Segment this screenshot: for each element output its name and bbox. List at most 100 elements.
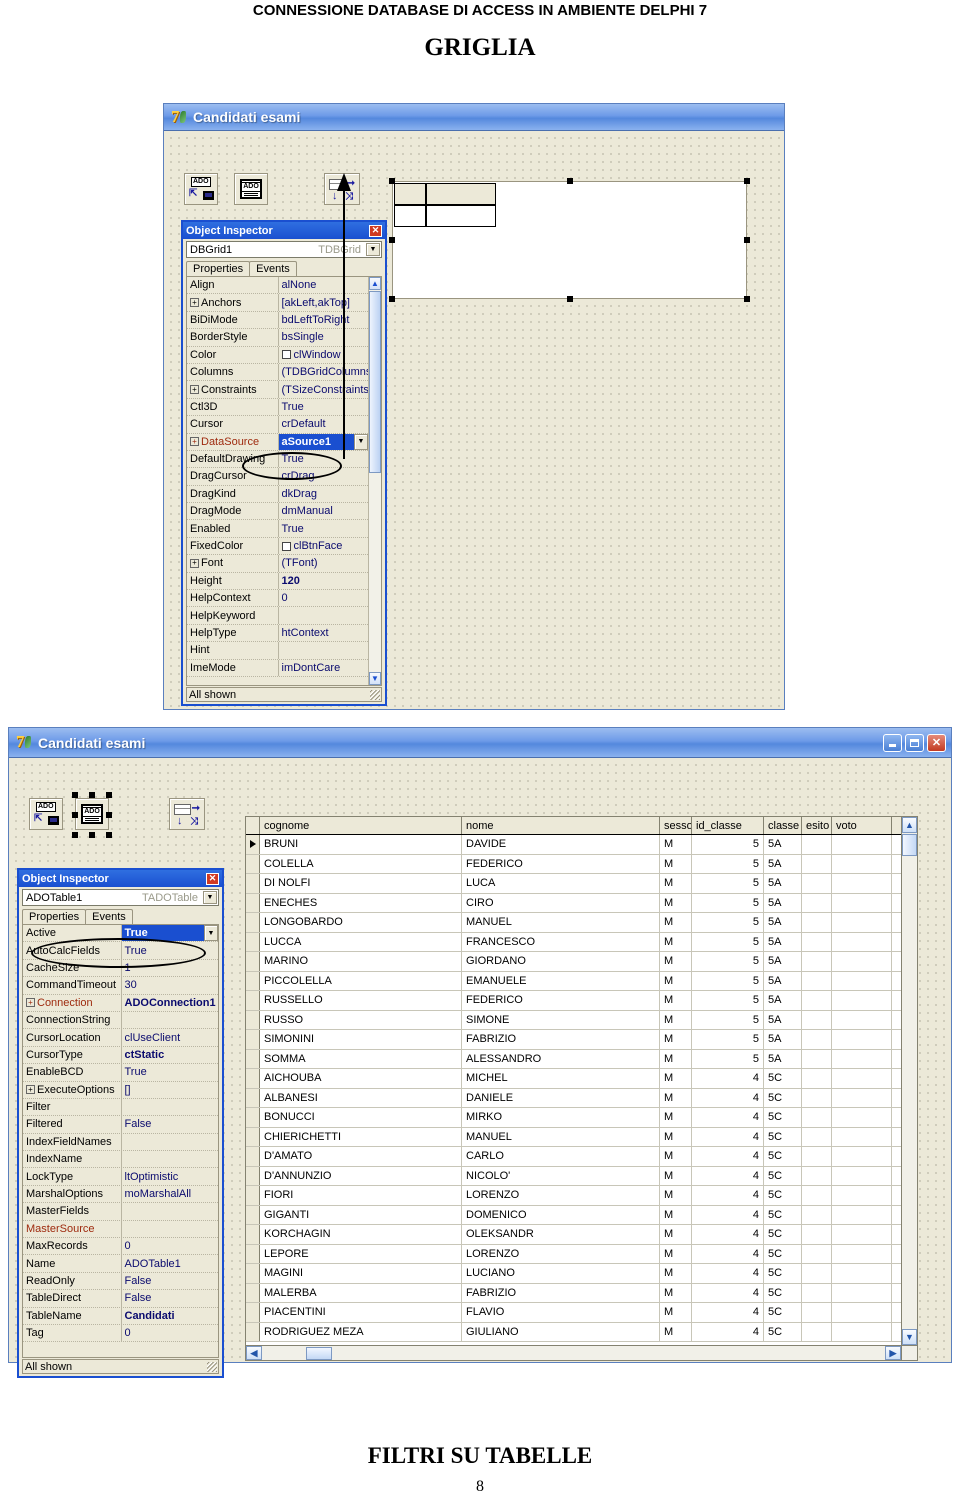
cell-voto[interactable] bbox=[832, 1283, 892, 1302]
cell-classe[interactable]: 5C bbox=[764, 1088, 802, 1107]
expand-plus-icon[interactable]: + bbox=[190, 558, 199, 568]
property-row[interactable]: Filtered False bbox=[23, 1116, 218, 1134]
row-indicator[interactable] bbox=[246, 932, 260, 951]
property-row[interactable]: MarshalOptions moMarshalAll bbox=[23, 1185, 218, 1204]
cell-sesso[interactable]: M bbox=[660, 971, 692, 990]
cell-esito[interactable] bbox=[802, 1205, 832, 1224]
property-value[interactable]: bdLeftToRight bbox=[277, 311, 369, 329]
property-row[interactable]: TableDirect False bbox=[23, 1290, 219, 1308]
cell-nome[interactable]: FRANCESCO bbox=[462, 932, 660, 951]
property-value[interactable]: htContext bbox=[277, 624, 369, 642]
cell-id_classe[interactable]: 4 bbox=[692, 1108, 764, 1127]
cell-nome[interactable]: MIRKO bbox=[462, 1108, 660, 1127]
property-row[interactable]: Enabled True bbox=[187, 520, 368, 538]
cell-cognome[interactable]: PIACENTINI bbox=[260, 1303, 462, 1322]
cell-esito[interactable] bbox=[802, 1322, 832, 1341]
property-value[interactable]: crDrag bbox=[277, 468, 369, 485]
cell-voto[interactable] bbox=[832, 1010, 892, 1029]
cell-cognome[interactable]: BRUNI bbox=[260, 835, 462, 854]
cell-esito[interactable] bbox=[802, 1303, 832, 1322]
cell-id_classe[interactable]: 4 bbox=[692, 1225, 764, 1244]
cell-esito[interactable] bbox=[802, 1088, 832, 1107]
cell-classe[interactable]: 5C bbox=[764, 1147, 802, 1166]
cell-classe[interactable]: 5A bbox=[764, 854, 802, 873]
cell-classe[interactable]: 5C bbox=[764, 1264, 802, 1283]
cell-cognome[interactable]: KORCHAGIN bbox=[260, 1225, 462, 1244]
cell-voto[interactable] bbox=[832, 854, 892, 873]
row-indicator[interactable] bbox=[246, 893, 260, 912]
property-value[interactable]: (TFont) bbox=[277, 555, 369, 572]
cell-sesso[interactable]: M bbox=[660, 913, 692, 932]
cell-voto[interactable] bbox=[832, 835, 892, 854]
property-row[interactable]: + Connection ADOConnection1 bbox=[23, 994, 219, 1012]
expand-plus-icon[interactable]: + bbox=[190, 298, 199, 308]
property-row[interactable]: ConnectionString bbox=[23, 1011, 218, 1030]
cell-classe[interactable]: 5C bbox=[764, 1127, 802, 1146]
tab-events-top[interactable]: Events bbox=[249, 261, 297, 276]
row-indicator[interactable] bbox=[246, 1303, 260, 1322]
property-value[interactable] bbox=[120, 1133, 219, 1151]
property-value[interactable]: False bbox=[120, 1290, 219, 1307]
cell-esito[interactable] bbox=[802, 893, 832, 912]
cell-voto[interactable] bbox=[832, 1205, 892, 1224]
cell-esito[interactable] bbox=[802, 1049, 832, 1068]
row-indicator[interactable] bbox=[246, 1205, 260, 1224]
object-inspector-bottom[interactable]: Object Inspector ✕ ADOTable1 TADOTable ▼… bbox=[17, 868, 224, 1378]
property-value[interactable]: ADOConnection1 bbox=[120, 994, 219, 1011]
property-row[interactable]: + Constraints (TSizeConstraints) bbox=[187, 381, 368, 399]
property-row[interactable]: DragMode dmManual bbox=[187, 503, 368, 521]
cell-sesso[interactable]: M bbox=[660, 1283, 692, 1302]
property-value[interactable]: Candidati bbox=[120, 1307, 219, 1324]
data-grid-body[interactable]: BRUNI DAVIDE M 5 5A COLELLA FEDERICO M 5 5A DI NOL… bbox=[246, 835, 917, 1360]
data-grid-vertical-scrollbar[interactable]: ▲ ▼ bbox=[901, 817, 917, 1345]
property-value[interactable]: 0 bbox=[277, 590, 369, 607]
cell-cognome[interactable]: CHIERICHETTI bbox=[260, 1127, 462, 1146]
cell-id_classe[interactable]: 4 bbox=[692, 1147, 764, 1166]
property-row[interactable]: BorderStyle bsSingle bbox=[187, 329, 368, 347]
ado-table-component-bottom[interactable]: ADO bbox=[75, 798, 109, 830]
table-row[interactable]: GIGANTI DOMENICO M 4 5C bbox=[246, 1205, 917, 1225]
cell-voto[interactable] bbox=[832, 1069, 892, 1088]
cell-voto[interactable] bbox=[832, 1108, 892, 1127]
property-grid-bottom[interactable]: Active True ▼ AutoCalcFields True CacheSize 1 C… bbox=[22, 924, 219, 1358]
property-value[interactable] bbox=[120, 1203, 219, 1220]
cell-esito[interactable] bbox=[802, 932, 832, 951]
cell-nome[interactable]: MANUEL bbox=[462, 1127, 660, 1146]
table-row[interactable]: SIMONINI FABRIZIO M 5 5A bbox=[246, 1030, 917, 1050]
cell-sesso[interactable]: M bbox=[660, 1205, 692, 1224]
table-row[interactable]: RUSSO SIMONE M 5 5A bbox=[246, 1010, 917, 1030]
data-grid-header[interactable]: cognome nome sesso id_classe classe esito voto bbox=[246, 817, 917, 835]
cell-sesso[interactable]: M bbox=[660, 1108, 692, 1127]
row-indicator[interactable] bbox=[246, 1244, 260, 1263]
horizontal-scrollbar-thumb[interactable] bbox=[306, 1346, 332, 1360]
cell-nome[interactable]: NICOLO' bbox=[462, 1166, 660, 1185]
cell-cognome[interactable]: SOMMA bbox=[260, 1049, 462, 1068]
cell-voto[interactable] bbox=[832, 952, 892, 971]
cell-nome[interactable]: SIMONE bbox=[462, 1010, 660, 1029]
cell-voto[interactable] bbox=[832, 1303, 892, 1322]
cell-sesso[interactable]: M bbox=[660, 1264, 692, 1283]
property-value[interactable]: True bbox=[120, 1064, 219, 1081]
scrollbar-thumb[interactable] bbox=[369, 291, 381, 473]
column-header-sesso[interactable]: sesso bbox=[660, 817, 692, 834]
row-indicator[interactable] bbox=[246, 952, 260, 971]
table-row[interactable]: BONUCCI MIRKO M 4 5C bbox=[246, 1108, 917, 1128]
scroll-down-icon-grid[interactable]: ▼ bbox=[902, 1329, 917, 1345]
cell-classe[interactable]: 5A bbox=[764, 952, 802, 971]
property-value[interactable]: aSource1 ▼ bbox=[277, 433, 368, 450]
property-row[interactable]: AutoCalcFields True bbox=[23, 942, 218, 960]
table-row[interactable]: DI NOLFI LUCA M 5 5A bbox=[246, 874, 917, 894]
property-row[interactable]: CommandTimeout 30 bbox=[23, 977, 218, 995]
property-row[interactable]: DefaultDrawing True bbox=[187, 450, 368, 469]
cell-cognome[interactable]: GIGANTI bbox=[260, 1205, 462, 1224]
property-row[interactable]: + Font (TFont) bbox=[187, 555, 369, 573]
property-row[interactable]: DragKind dkDrag bbox=[187, 485, 368, 504]
cell-id_classe[interactable]: 4 bbox=[692, 1303, 764, 1322]
scroll-up-icon[interactable]: ▲ bbox=[369, 277, 381, 290]
cell-classe[interactable]: 5A bbox=[764, 893, 802, 912]
cell-sesso[interactable]: M bbox=[660, 1069, 692, 1088]
cell-classe[interactable]: 5C bbox=[764, 1069, 802, 1088]
cell-cognome[interactable]: FIORI bbox=[260, 1186, 462, 1205]
cell-classe[interactable]: 5A bbox=[764, 932, 802, 951]
property-row[interactable]: HelpType htContext bbox=[187, 624, 369, 643]
